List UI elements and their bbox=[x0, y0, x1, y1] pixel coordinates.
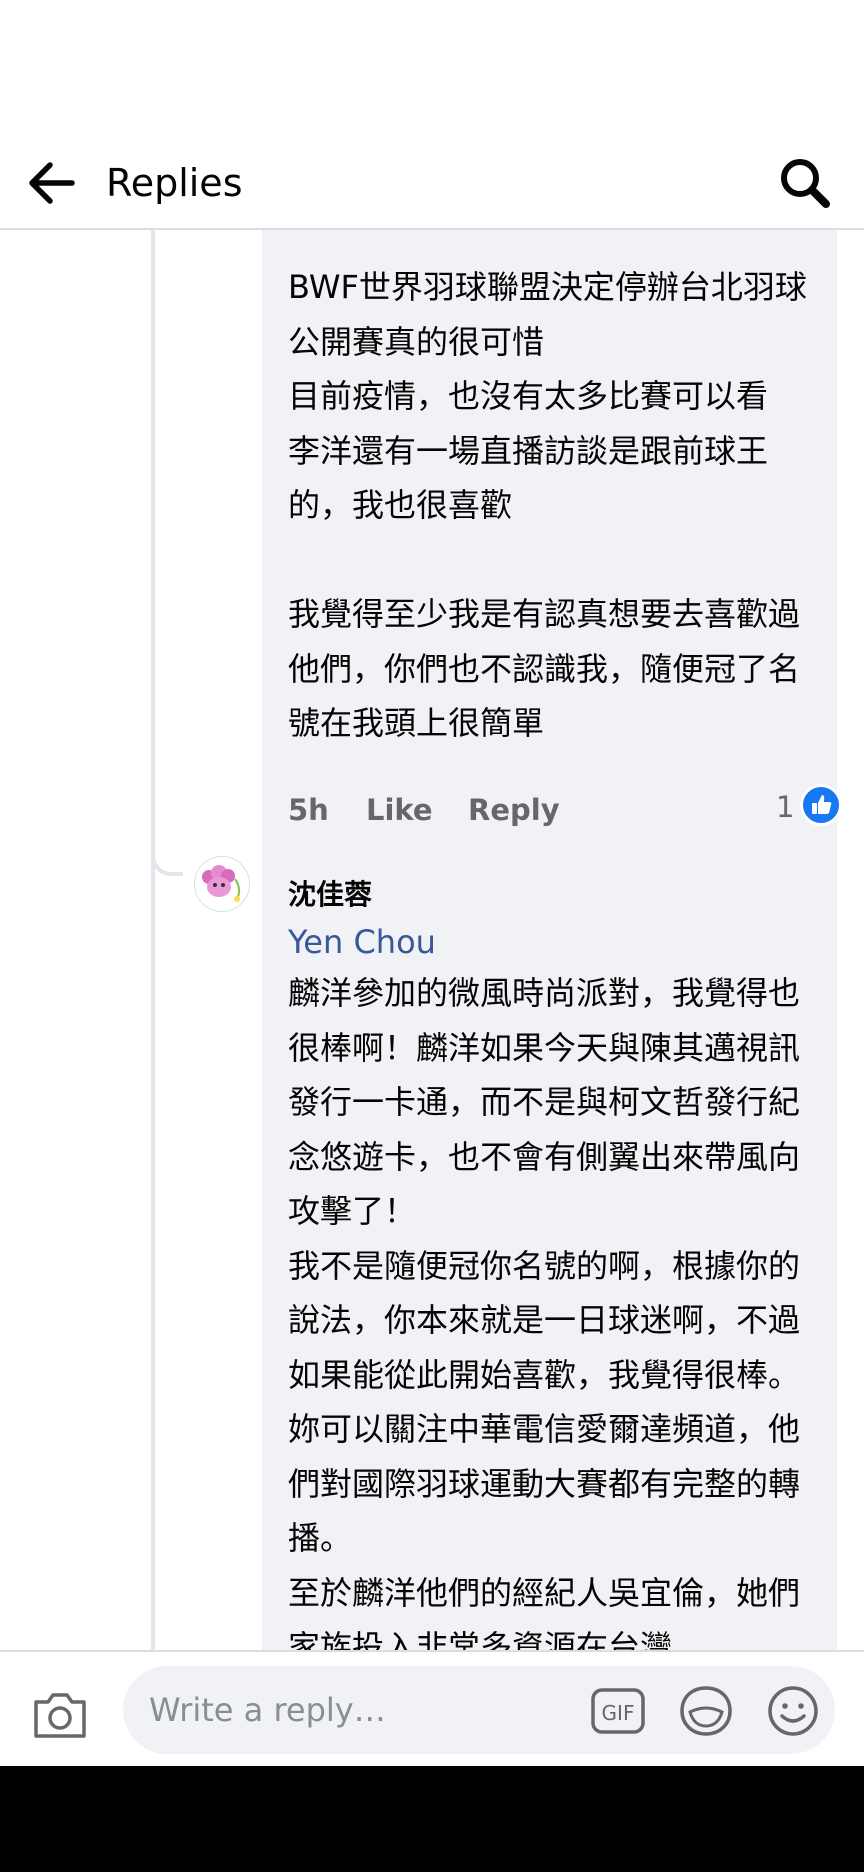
top-app-bar: Replies bbox=[0, 140, 864, 230]
avatar-image bbox=[195, 857, 249, 911]
arrow-left-icon bbox=[29, 162, 75, 204]
sticker-icon bbox=[680, 1686, 732, 1736]
search-icon bbox=[781, 159, 830, 208]
thread-line bbox=[151, 230, 155, 1650]
comment-text: 麟洋參加的微風時尚派對，我覺得也很棒啊！麟洋如果今天與陳其邁視訊發行一卡通，而不… bbox=[288, 974, 801, 1650]
reply-button[interactable]: Reply bbox=[468, 793, 560, 827]
mention-link[interactable]: Yen Chou bbox=[288, 918, 809, 966]
comment-timestamp: 5h bbox=[288, 793, 329, 827]
like-button[interactable]: Like bbox=[366, 793, 433, 827]
reply-composer: GIF bbox=[0, 1650, 864, 1768]
system-navigation-bar bbox=[0, 1766, 864, 1872]
back-button[interactable] bbox=[22, 150, 86, 214]
camera-icon bbox=[34, 1693, 86, 1738]
sticker-button[interactable] bbox=[678, 1684, 734, 1738]
like-reaction-badge[interactable] bbox=[800, 784, 842, 826]
search-button[interactable] bbox=[772, 150, 836, 214]
like-count: 1 bbox=[776, 790, 795, 824]
thumbs-up-icon bbox=[812, 795, 832, 814]
gif-button[interactable]: GIF bbox=[590, 1686, 646, 1736]
emoji-icon bbox=[768, 1686, 818, 1736]
svg-text:GIF: GIF bbox=[602, 1701, 635, 1725]
gif-icon: GIF bbox=[591, 1688, 645, 1734]
emoji-button[interactable] bbox=[766, 1684, 820, 1738]
page-title: Replies bbox=[106, 161, 243, 205]
avatar[interactable] bbox=[194, 856, 250, 912]
comment-text: BWF世界羽球聯盟決定停辦台北羽球公開賽真的很可惜 目前疫情，也沒有太多比賽可以… bbox=[288, 268, 807, 742]
comment-bubble[interactable]: 沈佳蓉 Yen Chou 麟洋參加的微風時尚派對，我覺得也很棒啊！麟洋如果今天與… bbox=[262, 854, 837, 1650]
status-bar-area bbox=[0, 0, 864, 140]
comment-author[interactable]: 沈佳蓉 bbox=[288, 872, 809, 918]
thread-branch bbox=[151, 826, 183, 876]
camera-button[interactable] bbox=[30, 1688, 90, 1742]
replies-list[interactable]: BWF世界羽球聯盟決定停辦台北羽球公開賽真的很可惜 目前疫情，也沒有太多比賽可以… bbox=[0, 230, 864, 1650]
